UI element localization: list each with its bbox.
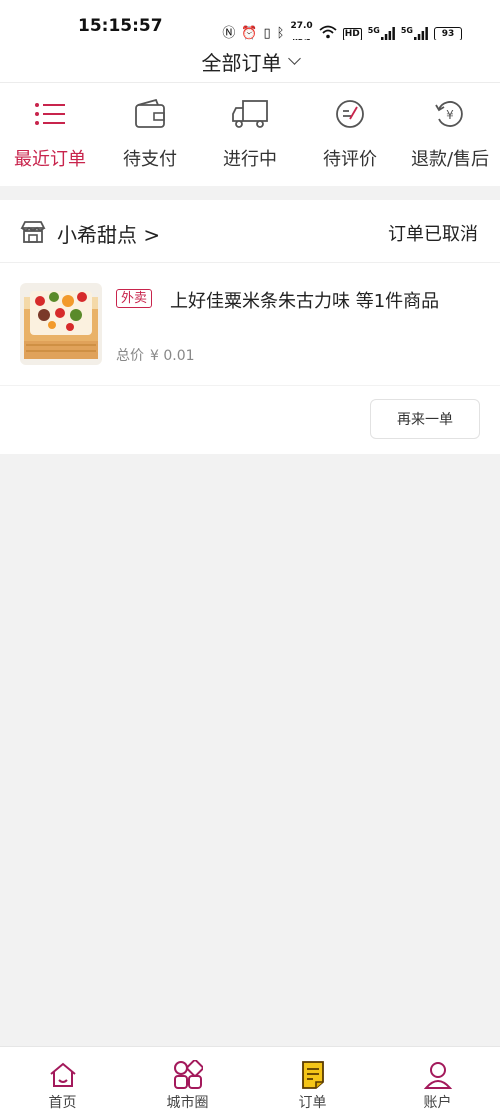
store-icon	[20, 220, 46, 248]
nav-home[interactable]: 首页	[0, 1047, 125, 1117]
nav-city-circle[interactable]: 城市圈	[125, 1047, 250, 1117]
order-item[interactable]: 外卖 上好佳粟米条朱古力味 等1件商品 总价 ¥ 0.01	[0, 263, 500, 386]
tab-pending-review[interactable]: 待评价	[300, 83, 400, 186]
order-filter-dropdown[interactable]: 全部订单	[201, 47, 301, 76]
nav-label: 城市圈	[166, 1095, 209, 1111]
shop-name-link[interactable]: 小希甜点 >	[57, 219, 160, 248]
battery-indicator: 93	[434, 27, 462, 41]
list-icon	[34, 97, 66, 131]
order-card[interactable]: 小希甜点 > 订单已取消 外卖 上好佳粟米条朱古力味 等1件商品 总价 ¥ 0.…	[0, 200, 500, 454]
order-total: 总价 ¥ 0.01	[116, 345, 195, 365]
signal-5g-2-label: 5G	[400, 26, 413, 35]
hd-badge: HD	[342, 27, 362, 41]
tab-label: 待评价	[323, 149, 377, 170]
chevron-down-icon	[287, 51, 301, 65]
bottom-nav: 首页 城市圈 订单 账户	[0, 1046, 500, 1117]
user-icon	[423, 1059, 453, 1091]
order-doc-icon	[300, 1059, 326, 1091]
nav-label: 首页	[48, 1095, 77, 1111]
svg-text:¥: ¥	[446, 108, 454, 122]
tab-label: 最近订单	[14, 149, 86, 170]
refund-icon: ¥	[434, 97, 466, 131]
total-amount: ¥ 0.01	[150, 348, 195, 364]
truck-icon	[231, 97, 269, 131]
signal-5g-2: 5G	[401, 27, 428, 41]
review-icon	[335, 97, 365, 131]
status-bar: 15:15:57 Ⓝ ⏰ ▯ ᛒ 27.0 KB/S HD 5G 5G 93	[0, 0, 500, 46]
signal-bars-icon	[414, 27, 428, 41]
page-title: 全部订单	[201, 50, 282, 75]
signal-5g-1-label: 5G	[367, 26, 380, 35]
tab-recent-orders[interactable]: 最近订单	[0, 83, 100, 186]
reorder-button[interactable]: 再来一单	[370, 399, 480, 439]
nav-orders[interactable]: 订单	[250, 1047, 375, 1117]
tab-refund-aftersales[interactable]: ¥ 退款/售后	[400, 83, 500, 186]
order-status: 订单已取消	[388, 224, 478, 245]
tab-label: 退款/售后	[410, 149, 490, 170]
tab-in-progress[interactable]: 进行中	[200, 83, 300, 186]
home-icon	[48, 1059, 78, 1091]
signal-5g-1: 5G	[368, 27, 395, 41]
status-time: 15:15:57	[78, 16, 163, 36]
nav-account[interactable]: 账户	[375, 1047, 500, 1117]
shop-row[interactable]: 小希甜点 > 订单已取消	[0, 200, 500, 263]
signal-bars-icon	[380, 27, 395, 41]
tab-label: 待支付	[123, 149, 177, 170]
wallet-icon	[134, 97, 166, 131]
product-thumbnail	[20, 283, 102, 365]
delivery-tag: 外卖	[116, 289, 153, 308]
nav-label: 账户	[423, 1095, 452, 1111]
grid-icon	[173, 1059, 203, 1091]
tab-pending-payment[interactable]: 待支付	[100, 83, 200, 186]
tab-label: 进行中	[223, 149, 277, 170]
nav-label: 订单	[298, 1095, 327, 1111]
page-header: 全部订单	[0, 40, 500, 83]
order-tabs: 最近订单 待支付 进行中 待评价 ¥ 退款/售后	[0, 83, 500, 186]
order-item-title: 上好佳粟米条朱古力味 等1件商品	[170, 291, 440, 312]
total-label: 总价	[116, 348, 144, 364]
network-speed-value: 27.0	[290, 21, 313, 31]
